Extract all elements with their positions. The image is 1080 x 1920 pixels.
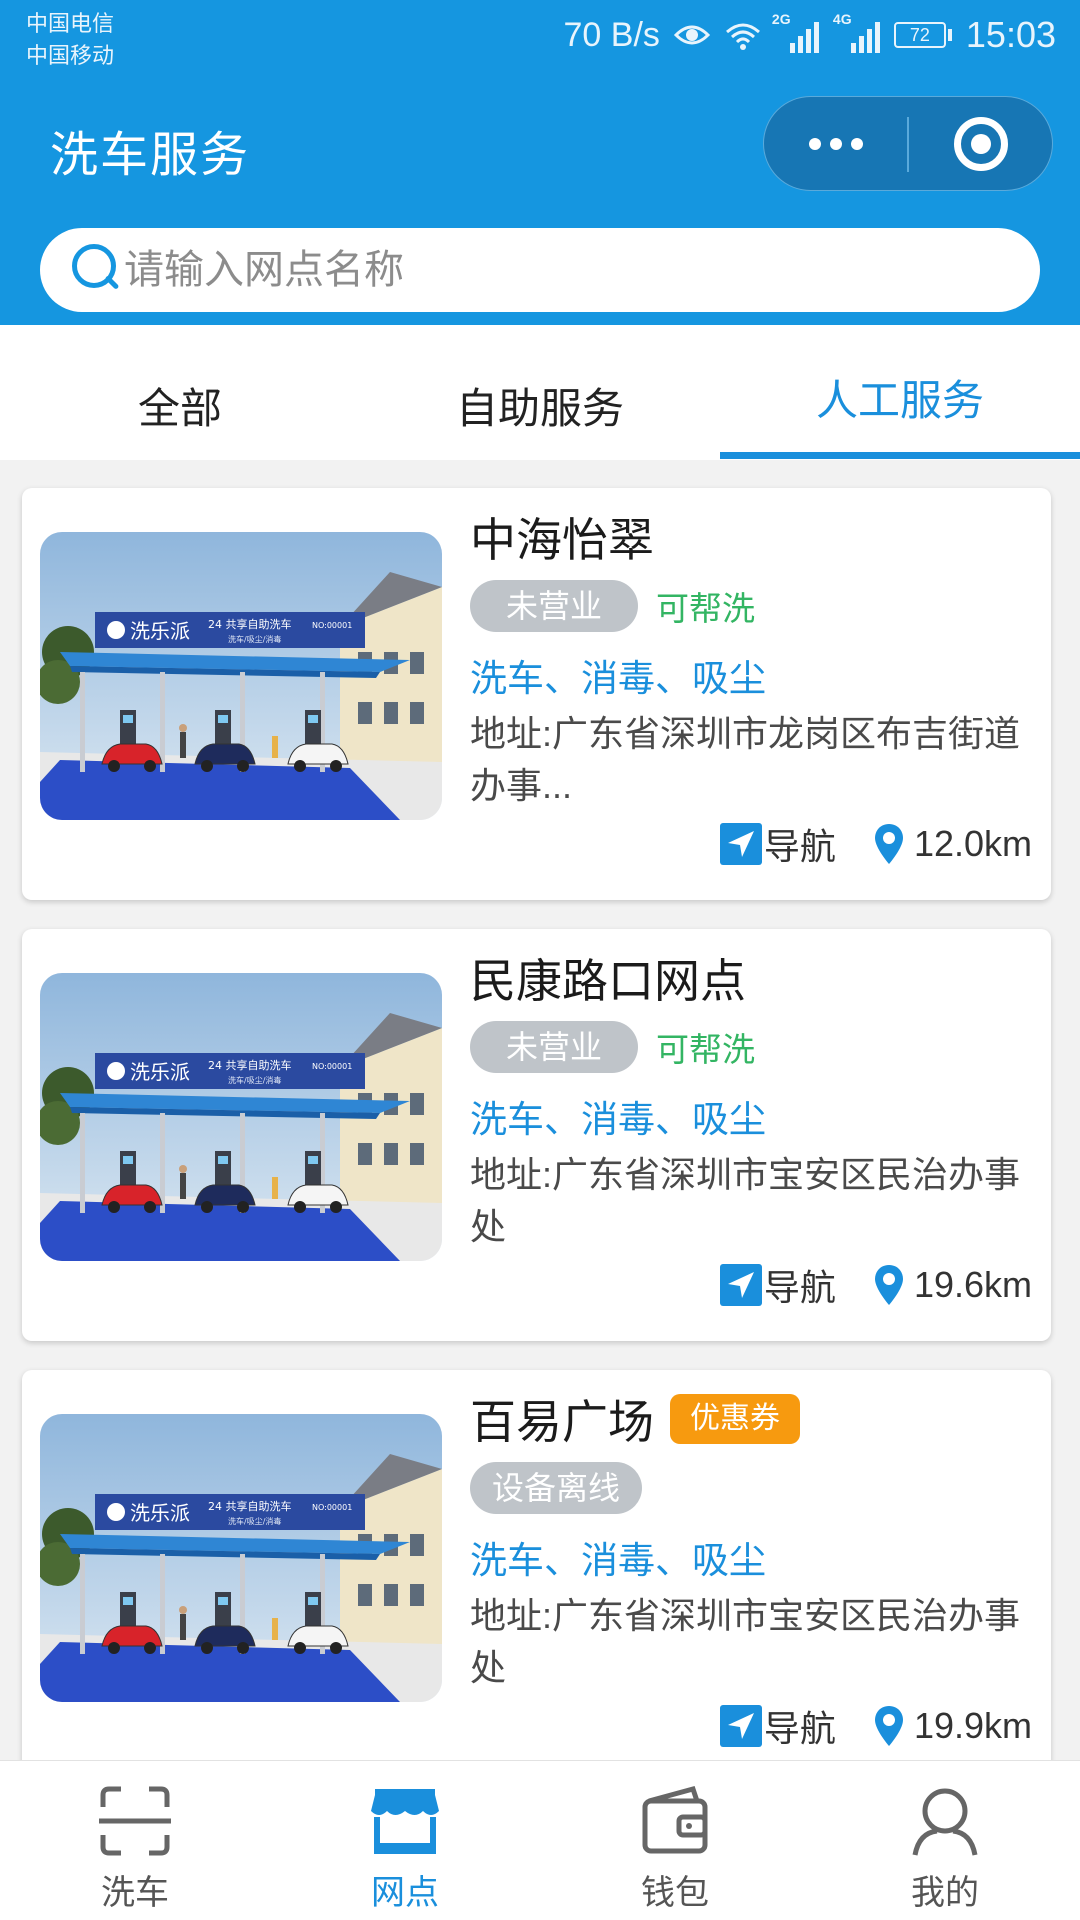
station-address: 地址:广东省深圳市龙岗区布吉街道办事... <box>470 713 1021 806</box>
carrier-1: 中国电信 <box>26 11 115 36</box>
svg-text:洗乐派: 洗乐派 <box>130 619 190 643</box>
navigate-label: 导航 <box>763 1267 836 1308</box>
location-pin-icon <box>874 1706 903 1746</box>
page-title: 洗车服务 <box>50 129 251 182</box>
status-bar: 中国电信 中国移动 70 B/s 2G 4G 72 15:03 <box>0 0 1080 80</box>
tab-manual-service-label: 人工服务 <box>815 377 984 424</box>
help-wash-label: 可帮洗 <box>656 1031 756 1068</box>
tabbar-label: 钱包 <box>641 1874 709 1912</box>
tabbar-item-wallet[interactable]: 钱包 <box>540 1761 810 1920</box>
service-list: 洗车、消毒、吸尘 <box>470 1540 766 1581</box>
navigation-arrow-icon <box>719 1705 762 1747</box>
distance: 12.0km <box>874 823 1032 865</box>
header: 中国电信 中国移动 70 B/s 2G 4G 72 15:03 洗车服务 请输入… <box>0 0 1080 325</box>
station-card[interactable]: 洗乐派 24 共享自助洗车 洗车/吸尘/消毒 NO:00001 民康路口网点 未营业 … <box>22 929 1051 1341</box>
navigate-button[interactable]: 导航 <box>719 818 836 870</box>
scan-icon <box>99 1786 171 1856</box>
service-list: 洗车、消毒、吸尘 <box>470 1099 766 1140</box>
svg-text:24 共享自助洗车: 24 共享自助洗车 <box>208 617 292 631</box>
distance-value: 12.0km <box>913 823 1032 864</box>
station-image: 洗乐派 24 共享自助洗车洗车/吸尘/消毒 NO:00001 <box>40 1414 442 1702</box>
distance-value: 19.9km <box>913 1705 1032 1746</box>
navigate-label: 导航 <box>763 1708 836 1749</box>
station-name: 民康路口网点 <box>470 955 746 1007</box>
svg-text:洗车/吸尘/消毒: 洗车/吸尘/消毒 <box>228 1075 281 1085</box>
signal-icon-2: 4G <box>833 11 880 53</box>
active-tab-indicator <box>720 452 1080 459</box>
search-icon <box>70 242 122 298</box>
svg-text:NO:00001: NO:00001 <box>312 1062 352 1071</box>
clock: 15:03 <box>965 14 1056 55</box>
distance: 19.9km <box>874 1705 1032 1747</box>
status-badge: 未营业 <box>470 580 639 632</box>
more-dots-icon[interactable] <box>764 97 907 190</box>
station-name: 中海怡翠 <box>470 514 654 566</box>
carrier-info: 中国电信 中国移动 <box>26 8 114 72</box>
tabbar-item-stations[interactable]: 网点 <box>270 1761 540 1920</box>
filter-tabs: 全部 自助服务 人工服务 <box>0 325 1080 460</box>
svg-text:洗车/吸尘/消毒: 洗车/吸尘/消毒 <box>228 634 281 644</box>
signal-label-2: 4G <box>832 11 852 27</box>
navigate-button[interactable]: 导航 <box>719 1259 836 1311</box>
status-badge: 设备离线 <box>470 1462 643 1514</box>
tab-all[interactable]: 全部 <box>0 325 360 460</box>
navigation-arrow-icon <box>719 1264 762 1306</box>
svg-text:洗车/吸尘/消毒: 洗车/吸尘/消毒 <box>228 1516 281 1526</box>
svg-text:NO:00001: NO:00001 <box>312 1503 352 1512</box>
tabbar-label: 洗车 <box>101 1874 169 1912</box>
bottom-tab-bar: 洗车 网点 钱包 我的 <box>0 1760 1080 1920</box>
station-name: 百易广场 <box>470 1396 654 1448</box>
eye-icon <box>673 25 710 45</box>
location-pin-icon <box>874 824 903 864</box>
location-pin-icon <box>874 1265 903 1305</box>
capsule-divider <box>907 117 909 172</box>
coupon-badge: 优惠券 <box>670 1394 800 1444</box>
svg-text:NO:00001: NO:00001 <box>312 621 352 630</box>
tab-self-service[interactable]: 自助服务 <box>360 325 720 460</box>
net-speed: 70 B/s <box>563 15 660 54</box>
tabbar-item-wash[interactable]: 洗车 <box>0 1761 270 1920</box>
target-circle-icon[interactable] <box>954 117 1008 171</box>
navigation-arrow-icon <box>719 823 762 865</box>
help-wash-label: 可帮洗 <box>656 590 756 627</box>
station-address: 地址:广东省深圳市宝安区民治办事处 <box>470 1595 1021 1688</box>
distance: 19.6km <box>874 1264 1032 1306</box>
search-bar[interactable] <box>40 228 1040 312</box>
wallet-icon <box>642 1785 708 1854</box>
status-icons: 70 B/s 2G 4G 72 15:03 <box>563 11 1056 56</box>
station-card[interactable]: 洗乐派 24 共享自助洗车洗车/吸尘/消毒 NO:00001 中海怡翠 未营业 可帮… <box>22 488 1051 900</box>
distance-value: 19.6km <box>913 1264 1032 1305</box>
tabbar-label: 网点 <box>371 1874 439 1912</box>
tabbar-label: 我的 <box>911 1874 979 1912</box>
navigate-button[interactable]: 导航 <box>719 1700 836 1752</box>
tab-manual-service[interactable]: 人工服务 <box>720 325 1080 460</box>
navigate-label: 导航 <box>763 826 836 867</box>
svg-text:24 共享自助洗车: 24 共享自助洗车 <box>208 1058 292 1072</box>
service-list: 洗车、消毒、吸尘 <box>470 658 766 699</box>
carrier-2: 中国移动 <box>26 43 115 68</box>
tab-self-service-label: 自助服务 <box>455 385 624 432</box>
miniprogram-capsule <box>763 96 1053 191</box>
wifi-icon <box>725 23 760 50</box>
station-image: 洗乐派 24 共享自助洗车洗车/吸尘/消毒 NO:00001 <box>40 973 442 1261</box>
svg-text:24 共享自助洗车: 24 共享自助洗车 <box>208 1499 292 1513</box>
station-address: 地址:广东省深圳市宝安区民治办事处 <box>470 1154 1021 1247</box>
tab-all-label: 全部 <box>137 385 222 432</box>
tabbar-item-me[interactable]: 我的 <box>810 1761 1080 1920</box>
user-icon <box>912 1788 978 1856</box>
station-image: 洗乐派 24 共享自助洗车洗车/吸尘/消毒 NO:00001 <box>40 532 442 820</box>
station-card[interactable]: 洗乐派 24 共享自助洗车洗车/吸尘/消毒 NO:00001 百易广场 优惠券 设备… <box>22 1370 1051 1760</box>
signal-icon-1: 2G <box>772 11 819 53</box>
signal-label-1: 2G <box>771 11 791 27</box>
search-input[interactable] <box>124 247 984 293</box>
svg-text:洗乐派: 洗乐派 <box>130 1501 190 1525</box>
svg-text:洗乐派: 洗乐派 <box>130 1060 190 1084</box>
status-badge: 未营业 <box>470 1021 639 1073</box>
battery-level: 72 <box>893 22 946 48</box>
store-icon <box>371 1789 439 1854</box>
battery-icon: 72 <box>893 22 952 48</box>
station-list: 洗乐派 24 共享自助洗车 洗车/吸尘/消毒 NO:00001 中海怡翠 未营业 可帮… <box>0 460 1080 1760</box>
